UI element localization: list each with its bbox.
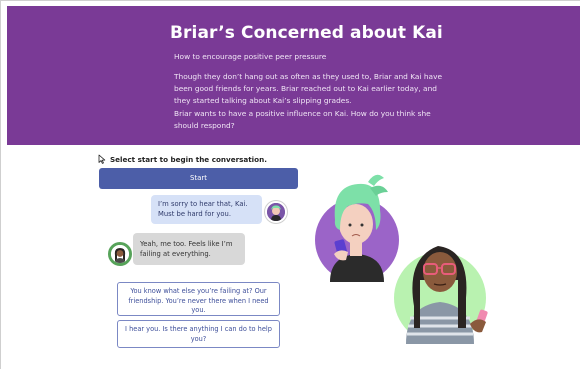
page-subtitle: How to encourage positive peer pressure <box>174 52 327 61</box>
kai-character <box>394 246 488 344</box>
kai-face <box>423 252 457 292</box>
scenario-header: Briar’s Concerned about Kai How to encou… <box>7 6 580 145</box>
instruction-text: Select start to begin the conversation. <box>110 154 267 164</box>
characters-illustration <box>315 174 488 344</box>
briar-avatar <box>265 201 287 223</box>
scenario-description: Though they don’t hang out as often as t… <box>174 71 446 132</box>
start-button[interactable]: Start <box>99 168 298 189</box>
chat-bubble-briar: I’m sorry to hear that, Kai. Must be har… <box>151 195 262 224</box>
page-title: Briar’s Concerned about Kai <box>170 23 443 43</box>
cursor-pointer-icon <box>98 154 106 164</box>
scenario-paragraph: Though they don’t hang out as often as t… <box>174 72 443 106</box>
chat-bubble-kai: Yeah, me too. Feels like I’m failing at … <box>133 233 245 265</box>
kai-avatar <box>108 242 132 266</box>
kai-avatar-icon <box>111 245 129 263</box>
scenario-question: Briar wants to have a positive influence… <box>174 108 431 130</box>
conversation-instruction: Select start to begin the conversation. <box>98 154 267 164</box>
briar-character <box>315 174 399 282</box>
response-choice-1[interactable]: You know what else you’re failing at? Ou… <box>117 282 280 316</box>
briar-avatar-icon <box>267 203 285 221</box>
response-choice-2[interactable]: I hear you. Is there anything I can do t… <box>117 320 280 348</box>
